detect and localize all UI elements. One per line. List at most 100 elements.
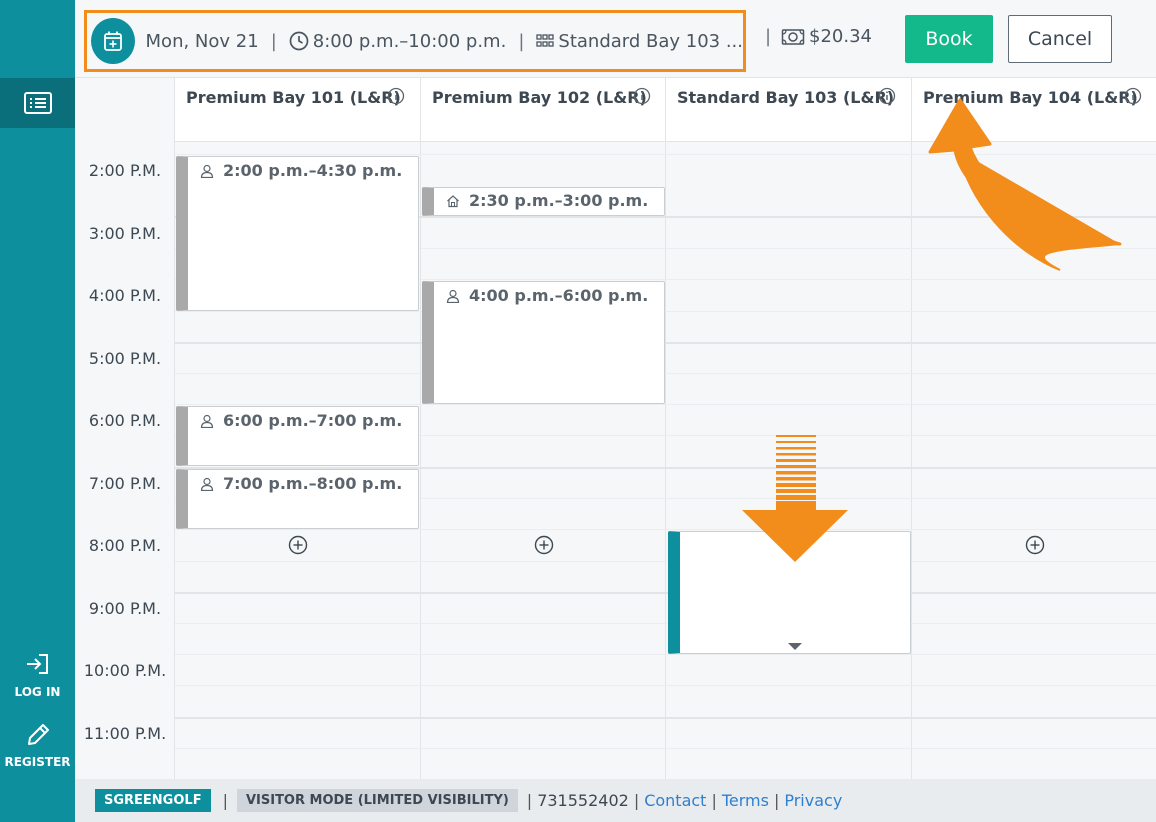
- booking-block[interactable]: 4:00 p.m.–6:00 p.m.: [422, 281, 665, 404]
- column-bay-104[interactable]: [912, 142, 1156, 779]
- login-label: LOG IN: [14, 685, 61, 699]
- booking-time-label: 2:30 p.m.–3:00 p.m.: [446, 191, 648, 210]
- add-slot-icon[interactable]: [1025, 535, 1045, 555]
- footer-separator: |: [773, 791, 780, 810]
- column-bay-103[interactable]: [666, 142, 912, 779]
- column-header-bay-104: Premium Bay 104 (L&R): [912, 78, 1156, 142]
- column-header-bay-103: Standard Bay 103 (L&R): [666, 78, 912, 142]
- booking-time-label: 6:00 p.m.–7:00 p.m.: [200, 411, 402, 430]
- booking-time-text: 2:30 p.m.–3:00 p.m.: [469, 191, 649, 210]
- list-icon: [23, 92, 52, 114]
- time-label: 2:00 P.M.: [88, 161, 162, 180]
- booking-block[interactable]: 6:00 p.m.–7:00 p.m.: [176, 406, 419, 466]
- footer-separator: |: [222, 791, 228, 810]
- time-label: 11:00 P.M.: [83, 724, 167, 743]
- booking-date: Mon, Nov 21: [145, 30, 259, 52]
- booking-block[interactable]: 7:00 p.m.–8:00 p.m.: [176, 469, 419, 529]
- visitor-mode-badge: VISITOR MODE (LIMITED VISIBILITY): [236, 789, 518, 812]
- separator: |: [270, 30, 277, 52]
- booking-time-text: 2:00 p.m.–4:30 p.m.: [223, 161, 403, 180]
- time-label: 8:00 P.M.: [88, 536, 162, 555]
- time-label: 4:00 P.M.: [88, 286, 162, 305]
- person-icon: [200, 477, 214, 491]
- contact-link[interactable]: Contact: [644, 791, 706, 810]
- login-link[interactable]: LOG IN: [0, 652, 75, 699]
- time-label: 7:00 P.M.: [88, 474, 162, 493]
- grid-line: [175, 748, 1156, 749]
- grid-line: [175, 717, 1156, 719]
- time-label: 5:00 P.M.: [88, 349, 162, 368]
- footer-separator: |: [526, 791, 533, 810]
- grid-line: [175, 623, 1156, 624]
- info-icon[interactable]: [633, 87, 651, 105]
- booking-price: $20.34: [809, 26, 872, 47]
- register-link[interactable]: REGISTER: [0, 722, 75, 769]
- add-slot-icon[interactable]: [288, 535, 308, 555]
- add-slot-icon[interactable]: [534, 535, 554, 555]
- clock-icon: [289, 31, 309, 51]
- info-icon[interactable]: [1124, 87, 1142, 105]
- column-title: Premium Bay 101 (L&R): [186, 88, 401, 107]
- sidebar-menu-button[interactable]: [0, 78, 75, 128]
- time-label: 3:00 P.M.: [88, 224, 162, 243]
- grid-line: [175, 373, 1156, 374]
- booking-time-text: 4:00 p.m.–6:00 p.m.: [469, 286, 649, 305]
- column-bay-102[interactable]: [421, 142, 666, 779]
- person-icon: [200, 164, 214, 178]
- pencil-icon: [27, 724, 49, 745]
- grid-line: [175, 685, 1156, 686]
- selected-slot[interactable]: [668, 531, 911, 654]
- calendar-grid: Premium Bay 101 (L&R) Premium Bay 102 (L…: [75, 78, 1156, 779]
- grid-line: [175, 342, 1156, 344]
- register-label: REGISTER: [4, 755, 71, 769]
- grid-icon: [536, 34, 555, 48]
- column-header-bay-102: Premium Bay 102 (L&R): [421, 78, 666, 142]
- resize-handle-icon[interactable]: [787, 641, 803, 651]
- calendar-add-button[interactable]: [91, 18, 135, 64]
- grid-line: [175, 654, 1156, 655]
- grid-line: [175, 154, 1156, 155]
- time-label: 6:00 P.M.: [88, 411, 162, 430]
- booking-time-label: 4:00 p.m.–6:00 p.m.: [446, 286, 648, 305]
- privacy-link[interactable]: Privacy: [784, 791, 842, 810]
- money-icon: [781, 28, 805, 45]
- login-icon: [26, 654, 48, 674]
- info-icon[interactable]: [387, 87, 405, 105]
- footer: SGREENGOLF | VISITOR MODE (LIMITED VISIB…: [75, 779, 1156, 822]
- info-icon[interactable]: [878, 87, 896, 105]
- calendar-plus-icon: [103, 31, 122, 51]
- booking-block[interactable]: 2:30 p.m.–3:00 p.m.: [422, 187, 665, 216]
- grid-line: [175, 529, 1156, 530]
- grid-line: [175, 404, 1156, 405]
- booking-time-label: 2:00 p.m.–4:30 p.m.: [200, 161, 402, 180]
- phone-number: 731552402: [537, 791, 629, 810]
- column-title: Standard Bay 103 (L&R): [677, 88, 895, 107]
- cancel-button[interactable]: Cancel: [1008, 15, 1112, 63]
- booking-summary: Mon, Nov 21 | 8:00 p.m.–10:00 p.m. | Sta…: [84, 10, 746, 72]
- booking-time: 8:00 p.m.–10:00 p.m.: [312, 30, 507, 52]
- person-icon: [446, 289, 460, 303]
- booking-time-text: 7:00 p.m.–8:00 p.m.: [223, 474, 403, 493]
- separator: |: [765, 26, 772, 47]
- grid-line: [175, 311, 1156, 312]
- book-button[interactable]: Book: [905, 15, 993, 63]
- booking-bay: Standard Bay 103 ...: [558, 30, 743, 52]
- separator: |: [518, 30, 525, 52]
- sidebar: LOG IN REGISTER: [0, 0, 75, 822]
- terms-link[interactable]: Terms: [722, 791, 769, 810]
- brand-badge[interactable]: SGREENGOLF: [95, 789, 211, 812]
- grid-line: [175, 592, 1156, 594]
- person-icon: [200, 414, 214, 428]
- footer-separator: |: [711, 791, 717, 810]
- time-label: 9:00 P.M.: [88, 599, 162, 618]
- booking-time-label: 7:00 p.m.–8:00 p.m.: [200, 474, 402, 493]
- column-title: Premium Bay 104 (L&R): [923, 88, 1138, 107]
- column-title: Premium Bay 102 (L&R): [432, 88, 647, 107]
- footer-separator: |: [633, 791, 640, 810]
- booking-time-text: 6:00 p.m.–7:00 p.m.: [223, 411, 403, 430]
- booking-bar: Mon, Nov 21 | 8:00 p.m.–10:00 p.m. | Sta…: [75, 0, 1156, 78]
- grid-line: [175, 561, 1156, 562]
- booking-price-group: $20.34: [781, 26, 872, 47]
- booking-block[interactable]: 2:00 p.m.–4:30 p.m.: [176, 156, 419, 311]
- home-icon: [447, 194, 459, 207]
